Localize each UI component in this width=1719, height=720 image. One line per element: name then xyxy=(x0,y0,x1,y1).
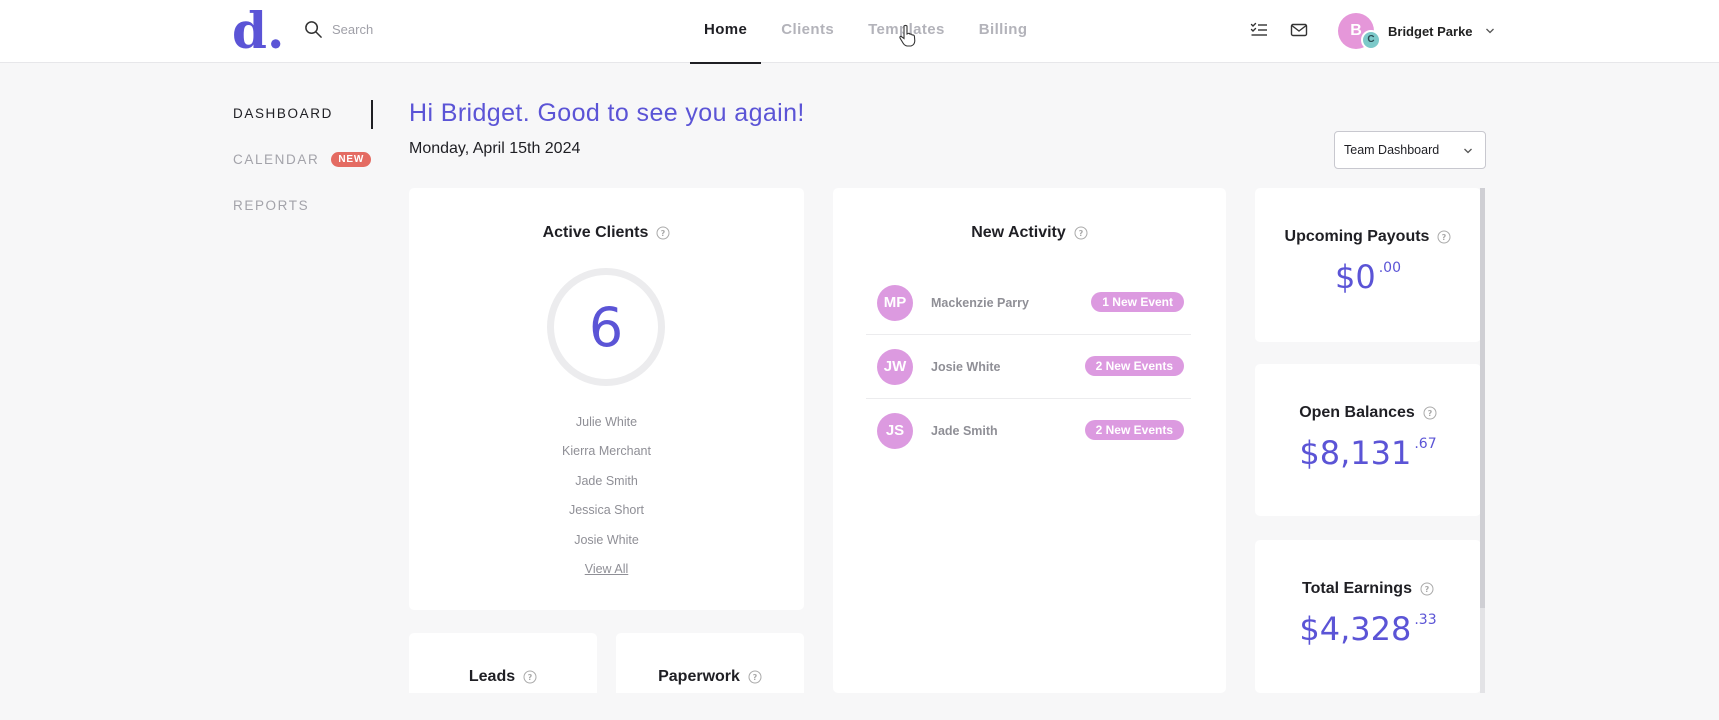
activity-name: Josie White xyxy=(931,359,1001,374)
top-bar: d. Home Clients Templates Billing B C Br… xyxy=(0,0,1719,64)
svg-text:?: ? xyxy=(661,229,666,238)
sidebar: DASHBOARD CALENDAR NEW REPORTS xyxy=(233,102,373,240)
event-badge[interactable]: 2 New Events xyxy=(1084,420,1184,440)
sidebar-item-calendar[interactable]: CALENDAR NEW xyxy=(233,148,373,170)
tab-home[interactable]: Home xyxy=(690,0,762,64)
list-item[interactable]: Josie White xyxy=(409,526,804,555)
activity-row[interactable]: MP Mackenzie Parry 1 New Event xyxy=(866,271,1191,335)
mail-icon[interactable] xyxy=(1290,21,1308,39)
scrollbar-thumb[interactable] xyxy=(1480,188,1485,608)
svg-text:?: ? xyxy=(1427,409,1432,418)
chevron-down-icon xyxy=(1485,28,1494,34)
view-all-link[interactable]: View All xyxy=(409,555,804,584)
avatar-badge: C xyxy=(1361,30,1381,50)
help-circle-icon[interactable]: ? xyxy=(1437,230,1451,244)
activity-row[interactable]: JW Josie White 2 New Events xyxy=(866,335,1191,399)
open-balances-card: Open Balances ? $8,131.67 xyxy=(1255,364,1481,516)
page-bottom-edge xyxy=(0,693,1719,720)
help-circle-icon[interactable]: ? xyxy=(656,226,670,240)
tab-clients[interactable]: Clients xyxy=(767,0,848,63)
main-nav: Home Clients Templates Billing xyxy=(690,0,1047,64)
list-item[interactable]: Jade Smith xyxy=(409,467,804,496)
balance-amount: $8,131.67 xyxy=(1299,434,1437,472)
scrollbar[interactable] xyxy=(1480,188,1485,693)
list-item[interactable]: Julie White xyxy=(409,408,804,437)
avatar: B C xyxy=(1338,13,1381,50)
client-list: Julie White Kierra Merchant Jade Smith J… xyxy=(409,408,804,584)
activity-name: Mackenzie Parry xyxy=(931,295,1029,310)
search-bar[interactable] xyxy=(304,20,532,39)
new-activity-card: New Activity ? MP Mackenzie Parry 1 New … xyxy=(833,188,1226,693)
card-title: Leads ? xyxy=(409,668,597,686)
help-circle-icon[interactable]: ? xyxy=(1074,226,1088,240)
help-circle-icon[interactable]: ? xyxy=(748,670,762,684)
list-item[interactable]: Kierra Merchant xyxy=(409,437,804,466)
activity-row[interactable]: JS Jade Smith 2 New Events xyxy=(866,399,1191,463)
svg-text:?: ? xyxy=(1442,233,1447,242)
svg-text:?: ? xyxy=(1425,585,1430,594)
avatar: MP xyxy=(877,284,913,321)
card-title: Active Clients ? xyxy=(409,224,804,242)
sidebar-active-indicator xyxy=(371,100,373,129)
new-badge: NEW xyxy=(331,151,372,167)
active-clients-card: Active Clients ? 6 Julie White Kierra Me… xyxy=(409,188,804,610)
card-title: Paperwork ? xyxy=(616,668,804,686)
payout-amount: $0.00 xyxy=(1335,258,1401,296)
help-circle-icon[interactable]: ? xyxy=(1420,582,1434,596)
total-earnings-card: Total Earnings ? $4,328.33 xyxy=(1255,540,1481,693)
checklist-icon[interactable] xyxy=(1250,21,1268,39)
app-logo[interactable]: d. xyxy=(232,6,284,56)
dashboard-select[interactable]: Team Dashboard xyxy=(1334,131,1486,169)
card-title: Total Earnings ? xyxy=(1255,580,1481,598)
earnings-amount: $4,328.33 xyxy=(1299,610,1437,648)
avatar: JS xyxy=(877,413,913,449)
top-icons xyxy=(1250,21,1308,39)
svg-text:?: ? xyxy=(1078,229,1083,238)
avatar: JW xyxy=(877,348,913,385)
current-date: Monday, April 15th 2024 xyxy=(409,140,581,157)
event-badge[interactable]: 2 New Events xyxy=(1084,356,1184,376)
card-title: Upcoming Payouts ? xyxy=(1255,228,1481,246)
pointer-cursor-icon xyxy=(899,24,916,47)
user-menu[interactable]: B C Bridget Parke xyxy=(1338,13,1495,50)
search-input[interactable] xyxy=(332,22,532,37)
search-icon xyxy=(305,21,322,38)
sidebar-item-reports[interactable]: REPORTS xyxy=(233,194,373,216)
chevron-down-icon xyxy=(1464,148,1472,154)
greeting-heading: Hi Bridget. Good to see you again! xyxy=(409,99,805,127)
list-item[interactable]: Jessica Short xyxy=(409,496,804,525)
card-title: Open Balances ? xyxy=(1255,404,1481,422)
active-clients-count: 6 xyxy=(547,268,665,386)
svg-text:?: ? xyxy=(753,673,758,682)
svg-text:?: ? xyxy=(528,673,533,682)
tab-billing[interactable]: Billing xyxy=(965,0,1042,63)
help-circle-icon[interactable]: ? xyxy=(523,670,537,684)
activity-name: Jade Smith xyxy=(931,424,998,438)
user-name: Bridget Parke xyxy=(1388,23,1473,39)
activity-list: MP Mackenzie Parry 1 New Event JW Josie … xyxy=(866,271,1191,463)
card-title: New Activity ? xyxy=(833,224,1226,242)
help-circle-icon[interactable]: ? xyxy=(1423,406,1437,420)
event-badge[interactable]: 1 New Event xyxy=(1091,292,1184,312)
upcoming-payouts-card: Upcoming Payouts ? $0.00 xyxy=(1255,188,1481,342)
sidebar-item-dashboard[interactable]: DASHBOARD xyxy=(233,102,373,124)
